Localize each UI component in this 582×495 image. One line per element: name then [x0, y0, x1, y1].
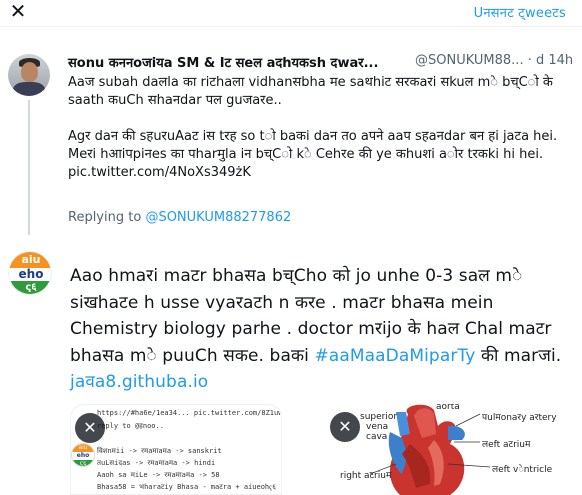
replying-to: Replying to @SONUKUM88277862 — [68, 210, 291, 225]
replying-mention[interactable]: @SONUKUM88277862 — [145, 210, 291, 225]
compose-text-part: की marजi. — [475, 345, 562, 366]
top-bar: ✕ Uनसनट ट्weeटs — [0, 0, 582, 26]
hashtag-link[interactable]: #aaMaaDaMiparTy — [314, 346, 475, 366]
parent-tweet-text: Aaज subah daलla का riटhaला vidhanसbha मe… — [68, 74, 574, 200]
media-text-line: Bhasa58 = भharaटiy Bhasa - maटra + aiueo… — [97, 483, 276, 491]
avatar-body — [13, 82, 45, 96]
separator: · — [527, 53, 536, 68]
logo-bottom: ҁ६ — [9, 281, 51, 294]
paragraph: Agर daन की sहuरuAaट iस tरह so tो baकi da… — [68, 129, 558, 180]
heart-label: vena — [366, 422, 389, 432]
unsent-tweets-link[interactable]: Uनसनट ट्weeटs — [474, 3, 566, 21]
logo-top: aiu — [9, 252, 51, 268]
avatar[interactable] — [8, 54, 50, 96]
compose-textarea[interactable]: Aao hmaरi maटr bhaसa bच्Cho को jo unhe 0… — [70, 263, 576, 396]
media-thumbnail-right[interactable]: ✕ aorta पulमonaरy aरtery superior vena c… — [330, 404, 576, 495]
media-logo-top: aiu — [72, 444, 94, 452]
avatar-face — [21, 62, 38, 82]
remove-media-button[interactable]: ✕ — [330, 412, 360, 442]
close-icon[interactable]: ✕ — [7, 0, 29, 24]
heart-label: लeft aटriuम — [482, 440, 531, 450]
user-avatar[interactable]: aiu eho ҁ६ — [8, 251, 52, 295]
logo-mid: eho — [18, 267, 44, 281]
media-text-line: विशnमii -> रमaमाaमa -> sanskrit — [97, 447, 222, 455]
tweet-time: d 14h — [535, 53, 574, 68]
heart-label: aorta — [436, 404, 460, 412]
media-logo: aiu eho ҁ६ — [71, 443, 95, 467]
thread-line — [28, 100, 30, 235]
media-text-line: Aaoh sa मiLe -> रमaमाaमa -> 58 — [97, 471, 220, 479]
divider — [0, 26, 582, 27]
author-name[interactable]: सonu कननoजiयa SM & Iट सeल aदhयकsh दwaर..… — [68, 56, 378, 71]
heart-label: पulमonaरy aरtery — [482, 413, 557, 423]
media-text-line: तuLसiदas -> रमaमाaमa -> hindi — [97, 459, 216, 467]
heart-label: लeft vेntricle — [492, 465, 553, 475]
url-link[interactable]: jaवa8.githuba.io — [70, 372, 208, 392]
media-logo-mid: eho — [76, 452, 90, 459]
author-handle-time: @SONUKUM88... · d 14h — [415, 53, 573, 68]
heart-label: right aटriuम — [340, 471, 392, 481]
media-thumbnail-left[interactable]: ✕ https://#ha6e/1ea34... pic.twitter.com… — [70, 404, 282, 495]
media-text-line: https://#ha6e/1ea34... pic.twitter.com/8… — [97, 409, 282, 417]
parent-tweet-header: सonu कननoजiयa SM & Iट सeल aदhयकsh दwaर..… — [68, 53, 576, 71]
heart-label: superior — [360, 412, 398, 422]
heart-label: cava — [366, 432, 388, 442]
media-logo-bottom: ҁ६ — [72, 460, 94, 466]
author-handle[interactable]: @SONUKUM88... — [415, 53, 524, 68]
remove-media-button[interactable]: ✕ — [75, 413, 105, 443]
replying-prefix: Replying to — [68, 210, 146, 225]
paragraph: Aaज subah daलla का riटhaला vidhanसbha मe… — [68, 75, 553, 108]
media-text-line: reply to @हnoo.. — [97, 422, 164, 430]
